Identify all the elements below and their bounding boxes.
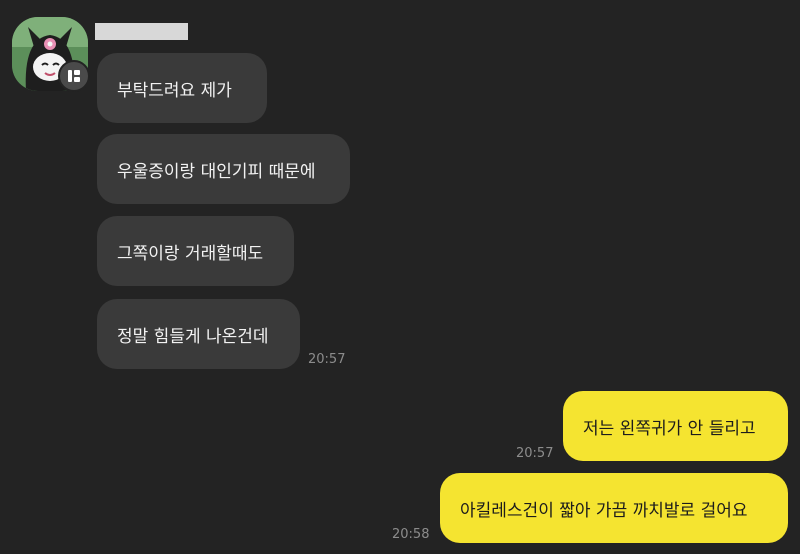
incoming-message-bubble[interactable]: 우울증이랑 대인기피 때문에 (97, 134, 350, 204)
message-timestamp: 20:57 (516, 446, 554, 461)
message-text: 저는 왼쪽귀가 안 들리고 (583, 418, 756, 439)
message-text: 그쪽이랑 거래할때도 (117, 243, 264, 264)
message-text: 우울증이랑 대인기피 때문에 (117, 161, 316, 182)
incoming-message-bubble[interactable]: 정말 힘들게 나온건데 (97, 299, 300, 369)
sender-name-redacted (95, 23, 188, 40)
incoming-message-bubble[interactable]: 그쪽이랑 거래할때도 (97, 216, 294, 286)
message-text: 아킬레스건이 짧아 가끔 까치발로 걸어요 (460, 500, 748, 521)
message-text: 부탁드려요 제가 (117, 80, 232, 101)
outgoing-message-bubble[interactable]: 아킬레스건이 짧아 가끔 까치발로 걸어요 (440, 473, 788, 543)
profile-badge (58, 60, 90, 92)
message-timestamp: 20:58 (392, 527, 430, 542)
message-text: 정말 힘들게 나온건데 (117, 326, 269, 347)
incoming-message-bubble[interactable]: 부탁드려요 제가 (97, 53, 267, 123)
outgoing-message-bubble[interactable]: 저는 왼쪽귀가 안 들리고 (563, 391, 788, 461)
profile-badge-icon (68, 70, 80, 82)
message-timestamp: 20:57 (308, 352, 346, 367)
